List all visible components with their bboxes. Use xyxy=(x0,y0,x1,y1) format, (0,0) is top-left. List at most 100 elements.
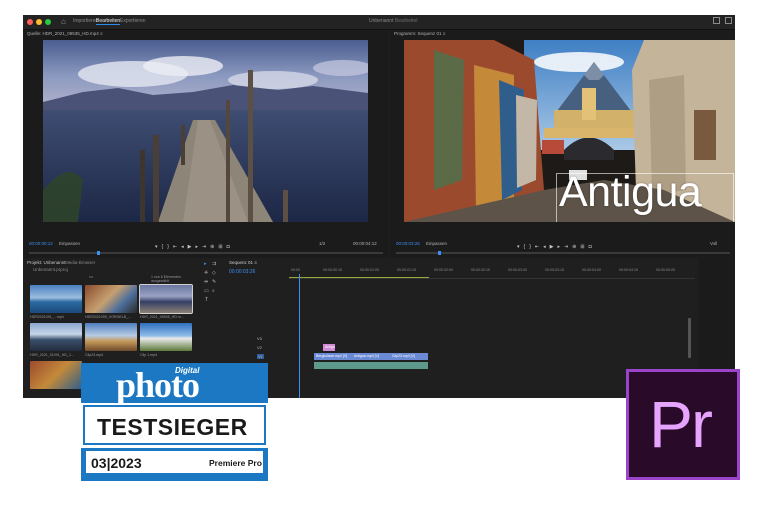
project-name: Unbenannt Bearbeitet xyxy=(369,18,418,24)
fullscreen-icon[interactable] xyxy=(725,17,732,24)
overwrite-icon[interactable]: ⊞ xyxy=(218,244,222,250)
track-v3: V3 xyxy=(223,335,695,344)
prog-go-to-out-icon[interactable]: ⇥ xyxy=(564,244,568,250)
source-zoom-select[interactable]: 1/2 xyxy=(319,241,325,246)
mark-out-icon[interactable]: } xyxy=(167,244,169,250)
video-clip-2[interactable]: Antigua.mp4 [V] xyxy=(352,353,390,360)
program-transport-controls: ▾ { } ⇤ ◂ ▶ ▸ ⇥ ⊕ ⊞ ◘ xyxy=(517,244,592,250)
tab-importieren[interactable]: Importieren xyxy=(73,18,98,24)
insert-icon[interactable]: ⊕ xyxy=(210,244,214,250)
timeline-panel: Sequenz 01 ≡ 00:00:03:26 00:00 00:00:00:… xyxy=(223,258,695,398)
audio-clip-3[interactable] xyxy=(390,362,428,369)
tab-exportieren[interactable]: Exportieren xyxy=(120,18,146,24)
project-thumb-1[interactable] xyxy=(30,285,82,313)
step-back-icon[interactable]: ◂ xyxy=(181,244,184,250)
text-selection-box[interactable] xyxy=(556,173,734,222)
audio-clip-1[interactable] xyxy=(314,362,352,369)
search-input[interactable]: Unbenannt.prproj xyxy=(33,267,68,272)
sequence-tab[interactable]: Sequenz 01 ≡ xyxy=(229,260,257,265)
program-monitor-title[interactable]: Programm: Sequenz 01 ≡ xyxy=(394,31,445,36)
project-thumb-4[interactable] xyxy=(30,323,82,351)
slip-tool-icon[interactable]: ⇹ xyxy=(204,279,208,285)
project-thumb-2[interactable] xyxy=(85,285,137,313)
program-scrubber[interactable] xyxy=(396,252,730,254)
video-clip-1[interactable]: Bergkulisse.mp4 [V] xyxy=(314,353,352,360)
thumb-label-4: HDR_2021_01091_HD_1... xyxy=(30,353,74,357)
program-fit-select[interactable]: Einpassen xyxy=(426,241,447,246)
tab-project[interactable]: Projekt: Unbenannt xyxy=(27,260,66,265)
track-label-v2[interactable]: V2 xyxy=(257,345,262,350)
track-select-icon[interactable]: ⇉ xyxy=(212,261,216,267)
audio-clip-2[interactable] xyxy=(352,362,390,369)
zoom-tool-icon[interactable]: ⌕ xyxy=(212,288,215,294)
source-fit-select[interactable]: Einpassen xyxy=(59,241,80,246)
track-v1: V1 Bergkulisse.mp4 [V] Antigua.mp4 [V] C… xyxy=(223,353,695,362)
title-clip[interactable]: Antigua xyxy=(323,344,335,351)
ruler-tick: 00:00:03:15 xyxy=(545,268,564,272)
add-marker-icon[interactable]: ▾ xyxy=(155,244,158,250)
razor-tool-icon[interactable]: ◇ xyxy=(212,270,216,276)
program-video-frame: Antigua xyxy=(404,40,735,222)
source-duration: 00:00:04:12 xyxy=(353,241,377,246)
pen-tool-icon[interactable]: ✎ xyxy=(212,279,216,285)
prog-export-frame-icon[interactable]: ◘ xyxy=(589,244,592,250)
prog-step-forward-icon[interactable]: ▸ xyxy=(557,244,560,250)
close-window-button[interactable] xyxy=(27,19,33,25)
new-bin-icon[interactable]: ▭ xyxy=(89,274,93,280)
video-clip-3[interactable]: Clip23.mp4 [V] xyxy=(390,353,428,360)
program-playhead[interactable] xyxy=(438,251,441,255)
ruler-tick: 00:00:01:00 xyxy=(360,268,379,272)
export-frame-icon[interactable]: ◘ xyxy=(227,244,230,250)
tab-media-browser[interactable]: Media-Browser xyxy=(65,260,95,265)
type-tool-icon[interactable]: T xyxy=(205,297,208,303)
badge-digital-logo: Digital xyxy=(175,366,200,375)
source-timecode[interactable]: 00:00:00:12 xyxy=(29,241,53,246)
project-thumb-5[interactable] xyxy=(85,323,137,351)
premiere-window: ⌂ Importieren Bearbeiten Exportieren Unb… xyxy=(23,15,735,398)
source-transport-controls: ▾ { } ⇤ ◂ ▶ ▸ ⇥ ⊕ ⊞ ◘ xyxy=(155,244,230,250)
minimize-window-button[interactable] xyxy=(36,19,42,25)
selection-tool-icon[interactable]: ▸ xyxy=(204,261,207,267)
go-to-in-icon[interactable]: ⇤ xyxy=(173,244,177,250)
step-forward-icon[interactable]: ▸ xyxy=(195,244,198,250)
project-thumb-6[interactable] xyxy=(140,323,192,351)
go-to-out-icon[interactable]: ⇥ xyxy=(202,244,206,250)
lift-icon[interactable]: ⊕ xyxy=(572,244,576,250)
workspace-icon[interactable] xyxy=(713,17,720,24)
tab-bearbeiten[interactable]: Bearbeiten xyxy=(96,18,121,25)
track-label-v3[interactable]: V3 xyxy=(257,336,262,341)
ripple-edit-icon[interactable]: ✛ xyxy=(204,270,208,276)
work-area-bar[interactable] xyxy=(289,277,429,278)
play-icon[interactable]: ▶ xyxy=(188,244,192,250)
item-count: 1 von 6 Elementen ausgewählt xyxy=(151,275,181,283)
hand-tool-icon[interactable]: ▭ xyxy=(204,288,209,294)
prog-add-marker-icon[interactable]: ▾ xyxy=(517,244,520,250)
home-icon[interactable]: ⌂ xyxy=(61,17,66,26)
project-status: Bearbeitet xyxy=(394,18,418,24)
track-label-v1[interactable]: V1 xyxy=(257,354,264,359)
timeline-scrollbar[interactable] xyxy=(688,318,691,358)
prog-step-back-icon[interactable]: ◂ xyxy=(543,244,546,250)
source-monitor-title[interactable]: Quelle: HDR_2021_09535_HD.mp4 ≡ xyxy=(27,31,103,36)
badge-title: TESTSIEGER xyxy=(97,414,248,440)
program-zoom-select[interactable]: Voll xyxy=(710,241,717,246)
testsieger-badge: photo Digital TESTSIEGER 03|2023 Premier… xyxy=(81,363,268,481)
extract-icon[interactable]: ⊞ xyxy=(580,244,584,250)
zoom-window-button[interactable] xyxy=(45,19,51,25)
prog-mark-in-icon[interactable]: { xyxy=(524,244,526,250)
program-monitor: Programm: Sequenz 01 ≡ Antigua 00:00:03:… xyxy=(390,30,735,258)
ruler-tick: 00:00:04:00 xyxy=(582,268,601,272)
project-title: Unbenannt xyxy=(369,18,394,24)
track-v2: V2 Antigua xyxy=(223,344,695,353)
prog-mark-out-icon[interactable]: } xyxy=(529,244,531,250)
mark-in-icon[interactable]: { xyxy=(162,244,164,250)
track-a2: A2 xyxy=(223,371,695,380)
prog-play-icon[interactable]: ▶ xyxy=(550,244,554,250)
source-playhead[interactable] xyxy=(97,251,100,255)
prog-go-to-in-icon[interactable]: ⇤ xyxy=(535,244,539,250)
program-timecode[interactable]: 00:00:03:26 xyxy=(396,241,420,246)
source-scrubber[interactable] xyxy=(29,252,383,254)
project-thumb-7[interactable] xyxy=(30,361,82,389)
timeline-timecode[interactable]: 00:00:03:26 xyxy=(229,269,255,275)
project-thumb-3[interactable] xyxy=(139,284,193,314)
